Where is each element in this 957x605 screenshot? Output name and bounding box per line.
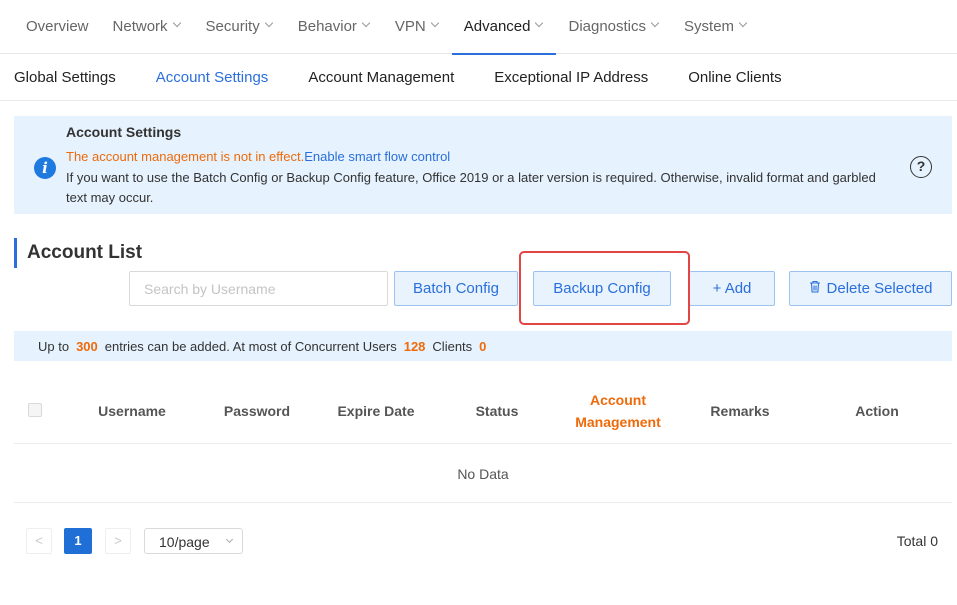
chevron-down-icon [740, 20, 748, 28]
nav-overview[interactable]: Overview [14, 0, 101, 54]
chevron-down-icon [174, 20, 182, 28]
delete-selected-button[interactable]: Delete Selected [789, 271, 952, 306]
info-status-line: The account management is not in effect.… [66, 149, 450, 164]
nav-network[interactable]: Network [101, 0, 194, 54]
chevron-down-icon [363, 20, 371, 28]
column-action: Action [855, 403, 899, 419]
page-size-select[interactable]: 10/page [144, 528, 243, 554]
nav-vpn[interactable]: VPN [383, 0, 452, 54]
info-panel: i Account Settings The account managemen… [14, 116, 952, 214]
nav-advanced[interactable]: Advanced [451, 0, 557, 55]
search-input[interactable] [129, 271, 388, 306]
column-status: Status [475, 403, 519, 419]
chevron-down-icon [432, 20, 440, 28]
enable-smart-flow-link[interactable]: Enable smart flow control [304, 149, 450, 164]
question-circle-icon[interactable]: ? [910, 156, 932, 178]
info-warning: The account management is not in effect. [66, 149, 305, 164]
nav-security[interactable]: Security [194, 0, 286, 54]
empty-state: No Data [14, 445, 952, 503]
sub-tabs: Global Settings Account Settings Account… [0, 55, 957, 101]
column-expire-date: Expire Date [337, 403, 415, 419]
info-circle-icon: i [34, 157, 56, 179]
column-account-management: Account Management [575, 392, 661, 430]
tab-exceptional-ip-address[interactable]: Exceptional IP Address [494, 55, 648, 101]
section-accent-bar [14, 238, 17, 268]
chevron-down-icon [536, 20, 544, 28]
column-password: Password [223, 403, 291, 419]
nav-diagnostics[interactable]: Diagnostics [556, 0, 672, 54]
tab-account-management[interactable]: Account Management [308, 55, 454, 101]
nav-system[interactable]: System [672, 0, 760, 54]
table-header: Username Password Expire Date Status Acc… [14, 378, 952, 444]
max-entries-count: 300 [76, 338, 98, 354]
capacity-notice: Up to 300 entries can be added. At most … [14, 331, 952, 361]
tab-global-settings[interactable]: Global Settings [14, 55, 116, 101]
chevron-down-icon [225, 535, 234, 544]
concurrent-users-count: 128 [403, 338, 426, 354]
tab-account-settings[interactable]: Account Settings [156, 55, 269, 101]
next-page-button[interactable]: > [105, 528, 131, 554]
add-button[interactable]: + Add [689, 271, 775, 306]
backup-config-button[interactable]: Backup Config [533, 271, 671, 306]
account-list-title: Account List [27, 242, 143, 263]
select-all-checkbox[interactable] [28, 403, 42, 417]
nav-behavior[interactable]: Behavior [286, 0, 383, 54]
info-title: Account Settings [66, 124, 182, 140]
total-count: Total 0 [896, 533, 938, 549]
prev-page-button[interactable]: < [26, 528, 52, 554]
chevron-down-icon [266, 20, 274, 28]
page-number-button[interactable]: 1 [64, 528, 92, 554]
clients-count: 0 [479, 338, 487, 354]
batch-config-button[interactable]: Batch Config [394, 271, 518, 306]
info-description: If you want to use the Batch Config or B… [66, 170, 876, 205]
tab-online-clients[interactable]: Online Clients [688, 55, 781, 101]
chevron-down-icon [652, 20, 660, 28]
column-username: Username [98, 403, 166, 419]
trash-icon [809, 280, 821, 297]
top-nav: Overview Network Security Behavior VPN A… [0, 0, 957, 55]
column-remarks: Remarks [710, 403, 770, 419]
